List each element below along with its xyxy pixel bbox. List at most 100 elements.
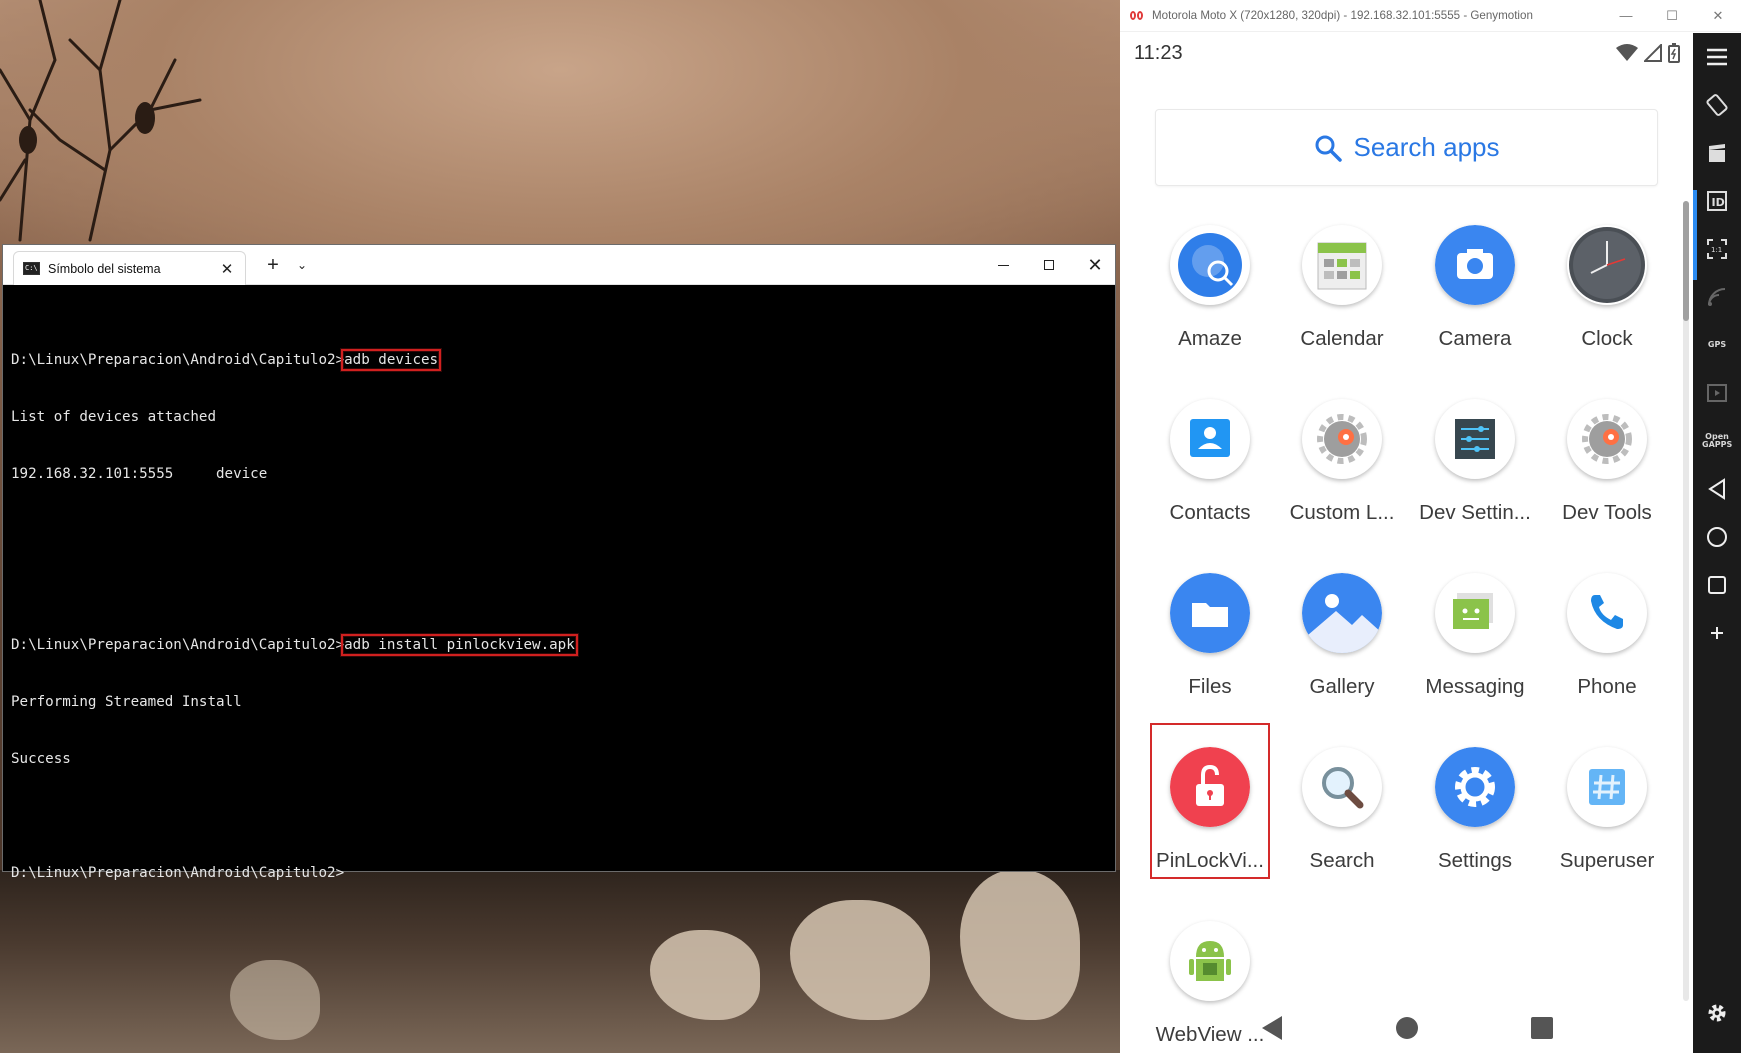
close-window-button[interactable]: ✕	[1082, 253, 1108, 277]
rotate-icon[interactable]	[1693, 85, 1741, 125]
minimize-button[interactable]: —	[1603, 8, 1649, 23]
genymotion-logo-icon	[1130, 10, 1144, 21]
maximize-button[interactable]	[1036, 253, 1062, 277]
pixel-perfect-icon[interactable]: 1:1	[1693, 229, 1741, 269]
new-tab-button[interactable]: +	[261, 253, 285, 277]
app-messaging[interactable]: Messaging	[1412, 573, 1538, 723]
prompt-path: D:\Linux\Preparacion\Android\Capitulo2>	[11, 865, 345, 881]
app-camera[interactable]: Camera	[1412, 225, 1538, 375]
app-label: PinLockVi...	[1156, 849, 1264, 872]
cmd-tab[interactable]: Símbolo del sistema ✕	[13, 251, 246, 285]
app-label: Dev Settin...	[1419, 501, 1531, 524]
app-drawer-scrollbar[interactable]	[1683, 201, 1689, 1001]
terminal-line: D:\Linux\Preparacion\Android\Capitulo2>a…	[11, 634, 1115, 656]
app-label: Custom L...	[1289, 501, 1395, 524]
command-prompt-window[interactable]: Símbolo del sistema ✕ + ⌄ ✕ D:\Linux\Pre…	[2, 244, 1116, 881]
maximize-button[interactable]: ☐	[1649, 8, 1695, 24]
minimize-button[interactable]	[990, 253, 1016, 277]
camera-icon	[1435, 225, 1515, 305]
app-settings[interactable]: Settings	[1412, 747, 1538, 897]
terminal-output[interactable]: D:\Linux\Preparacion\Android\Capitulo2> a…	[3, 285, 1115, 921]
app-label: Clock	[1581, 327, 1633, 350]
prompt-path: D:\Linux\Preparacion\Android\Capitulo2>	[11, 352, 345, 368]
app-label: Messaging	[1425, 675, 1525, 698]
chevron-down-icon[interactable]: ⌄	[291, 253, 313, 277]
clock-icon	[1567, 225, 1647, 305]
app-custom-locale[interactable]: Custom L...	[1279, 399, 1405, 549]
status-bar: 11:23	[1121, 33, 1692, 73]
dev-tools-icon	[1567, 399, 1647, 479]
terminal-line: D:\Linux\Preparacion\Android\Capitulo2>a…	[11, 349, 1115, 371]
back-icon[interactable]	[1693, 469, 1741, 509]
app-superuser[interactable]: Superuser	[1544, 747, 1670, 897]
wifi-icon	[1616, 44, 1638, 61]
custom-locale-icon	[1302, 399, 1382, 479]
back-icon[interactable]	[1257, 1013, 1287, 1043]
android-screen[interactable]: 11:23 Search apps Amaze Calendar Camera	[1121, 33, 1692, 1053]
app-label: Calendar	[1300, 327, 1384, 350]
files-icon	[1170, 573, 1250, 653]
app-label: Phone	[1577, 675, 1637, 698]
app-label: Superuser	[1559, 849, 1655, 872]
app-dev-settings[interactable]: Dev Settin...	[1412, 399, 1538, 549]
recents-icon[interactable]	[1693, 565, 1741, 605]
app-gallery[interactable]: Gallery	[1279, 573, 1405, 723]
opengapps-icon[interactable]: Open GAPPS	[1693, 421, 1741, 461]
network-icon[interactable]	[1693, 277, 1741, 317]
recents-icon[interactable]	[1527, 1013, 1557, 1043]
media-icon[interactable]	[1693, 373, 1741, 413]
app-dev-tools[interactable]: Dev Tools	[1544, 399, 1670, 549]
app-contacts[interactable]: Contacts	[1147, 399, 1273, 549]
app-label: Settings	[1437, 849, 1513, 872]
emulator-titlebar[interactable]: Motorola Moto X (720x1280, 320dpi) - 192…	[1120, 0, 1741, 32]
genymotion-toolbar: ID 1:1 GPS Open GAPPS	[1693, 33, 1741, 1053]
genymotion-window[interactable]: Motorola Moto X (720x1280, 320dpi) - 192…	[1120, 0, 1741, 1053]
app-label: Gallery	[1309, 675, 1375, 698]
highlighted-command: adb install pinlockview.apk	[341, 634, 578, 656]
dev-settings-icon	[1435, 399, 1515, 479]
terminal-icon	[23, 262, 40, 275]
status-clock: 11:23	[1134, 41, 1183, 64]
app-files[interactable]: Files	[1147, 573, 1273, 723]
terminal-line: Success	[11, 751, 71, 767]
messaging-icon	[1435, 573, 1515, 653]
android-nav-bar	[1121, 1003, 1692, 1053]
app-label: Amaze	[1178, 327, 1242, 350]
app-pinlockview[interactable]: PinLockVi...	[1147, 747, 1273, 897]
terminal-line: List of devices attached	[11, 409, 216, 425]
opengapps-label: Open GAPPS	[1702, 432, 1733, 449]
settings-icon	[1435, 747, 1515, 827]
cmd-titlebar[interactable]: Símbolo del sistema ✕ + ⌄ ✕	[3, 245, 1115, 285]
gear-icon[interactable]	[1693, 993, 1741, 1033]
plus-icon[interactable]	[1693, 613, 1741, 653]
app-search[interactable]: Search	[1279, 747, 1405, 897]
battery-icon	[1668, 43, 1680, 63]
app-calendar[interactable]: Calendar	[1279, 225, 1405, 375]
app-phone[interactable]: Phone	[1544, 573, 1670, 723]
scrollbar-thumb[interactable]	[1683, 201, 1689, 321]
menu-icon[interactable]	[1693, 37, 1741, 77]
close-window-button[interactable]: ✕	[1695, 8, 1741, 24]
svg-text:ID: ID	[1712, 196, 1725, 209]
home-icon[interactable]	[1693, 517, 1741, 557]
app-clock[interactable]: Clock	[1544, 225, 1670, 375]
app-label: Search	[1309, 849, 1375, 872]
search-apps-bar[interactable]: Search apps	[1155, 109, 1658, 186]
gps-label: GPS	[1707, 340, 1727, 349]
contacts-icon	[1170, 399, 1250, 479]
gps-icon[interactable]: GPS	[1693, 325, 1741, 365]
terminal-line[interactable]: D:\Linux\Preparacion\Android\Capitulo2>	[11, 864, 1115, 883]
terminal-line: 192.168.32.101:5555 device	[11, 466, 268, 482]
toolbar-scroll-indicator	[1693, 190, 1697, 280]
app-amaze[interactable]: Amaze	[1147, 225, 1273, 375]
device-id-icon[interactable]: ID	[1693, 181, 1741, 221]
phone-icon	[1567, 573, 1647, 653]
home-icon[interactable]	[1392, 1013, 1422, 1043]
pinlockview-icon	[1170, 747, 1250, 827]
screen-record-icon[interactable]	[1693, 133, 1741, 173]
search-icon	[1315, 135, 1342, 162]
emulator-title: Motorola Moto X (720x1280, 320dpi) - 192…	[1152, 9, 1533, 22]
tab-close-icon[interactable]: ✕	[215, 257, 239, 281]
